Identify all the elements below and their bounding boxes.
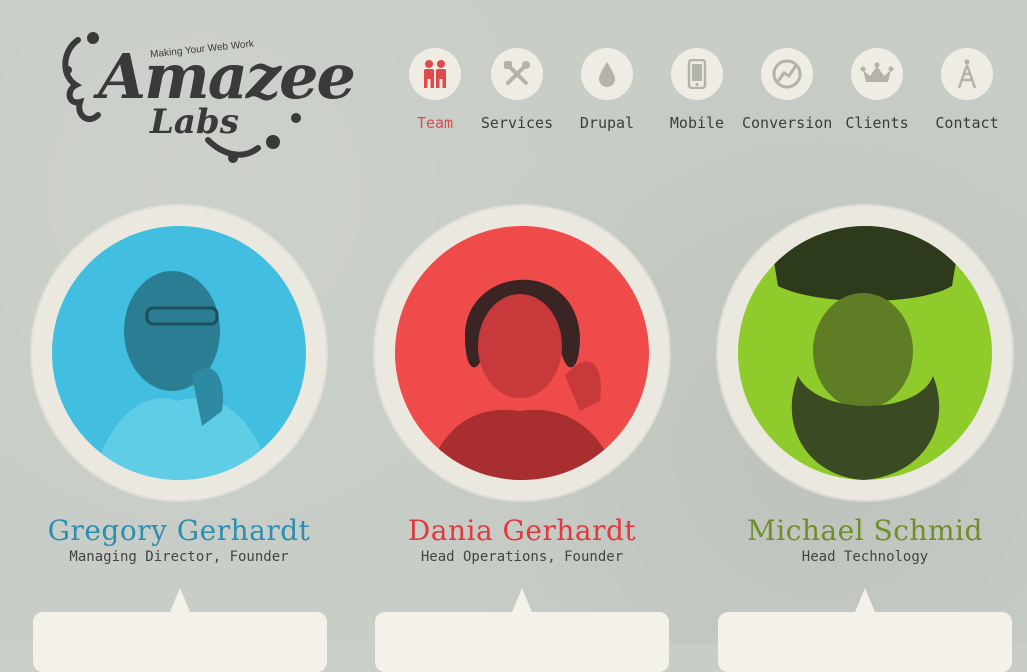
portrait-frame [32, 206, 326, 500]
nav-item-services[interactable]: Services [472, 48, 562, 132]
member-role: Head Technology [801, 549, 929, 565]
chart-icon [761, 48, 813, 100]
nav-label-conversion: Conversion [742, 114, 833, 132]
logo-word-labs: Labs [150, 102, 239, 142]
member-role: Managing Director, Founder [69, 549, 289, 565]
nav-item-mobile[interactable]: Mobile [652, 48, 742, 132]
bubble-pointer [512, 588, 532, 612]
team-icon [409, 48, 461, 100]
portrait-frame [718, 206, 1012, 500]
phone-icon [671, 48, 723, 100]
member-bio-bubble [375, 588, 669, 672]
nav-label-team: Team [416, 114, 454, 132]
nav-item-clients[interactable]: Clients [832, 48, 922, 132]
team-member-card: Michael Schmid Head Technology [717, 206, 1013, 565]
nav-label-drupal: Drupal [579, 114, 635, 132]
drop-icon [581, 48, 633, 100]
portrait-frame [375, 206, 669, 500]
team-member-card: Gregory Gerhardt Managing Director, Foun… [31, 206, 327, 565]
member-name: Dania Gerhardt [407, 514, 637, 547]
nav-label-contact: Contact [935, 114, 999, 132]
bubble-pointer [855, 588, 875, 612]
main-nav: Team Services Drupal Mobile Conversion C… [390, 48, 1020, 138]
portrait-image[interactable] [52, 226, 306, 480]
nav-item-contact[interactable]: Contact [922, 48, 1012, 132]
nav-label-services: Services [480, 114, 554, 132]
member-bio-bubble [718, 588, 1012, 672]
logo[interactable]: Making Your Web Work Amazee Labs [58, 30, 356, 165]
nav-label-mobile: Mobile [669, 114, 725, 132]
bubble-pointer [170, 588, 190, 612]
crown-icon [851, 48, 903, 100]
member-name: Gregory Gerhardt [47, 514, 311, 547]
portrait-image[interactable] [738, 226, 992, 480]
antenna-icon [941, 48, 993, 100]
portrait-image[interactable] [395, 226, 649, 480]
tools-icon [491, 48, 543, 100]
team-member-card: Dania Gerhardt Head Operations, Founder [374, 206, 670, 565]
member-name: Michael Schmid [747, 514, 983, 547]
member-bio-bubble [33, 588, 327, 672]
nav-label-clients: Clients [845, 114, 909, 132]
nav-item-team[interactable]: Team [390, 48, 480, 132]
nav-item-conversion[interactable]: Conversion [742, 48, 832, 132]
member-role: Head Operations, Founder [420, 549, 624, 565]
nav-item-drupal[interactable]: Drupal [562, 48, 652, 132]
